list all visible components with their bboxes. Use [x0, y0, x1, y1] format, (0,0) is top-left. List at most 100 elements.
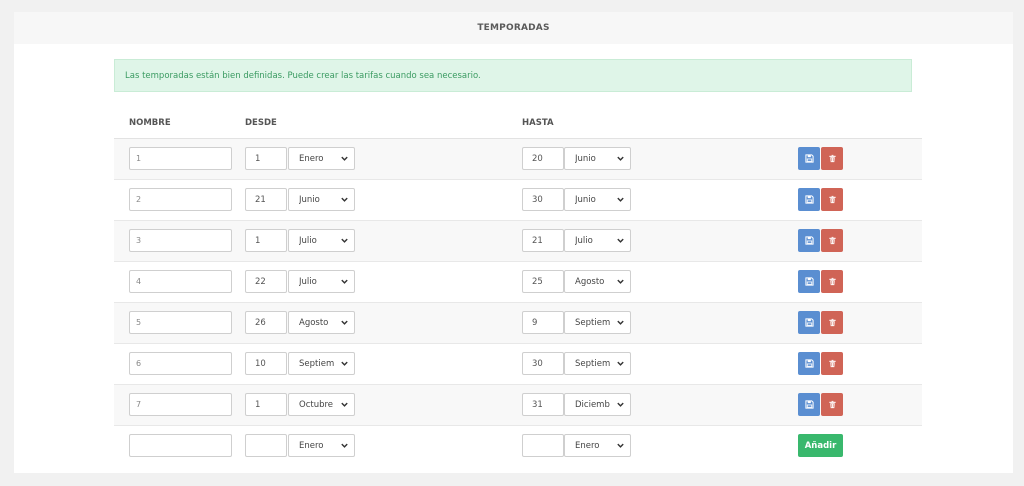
save-button[interactable]	[798, 352, 820, 375]
season-name-value: 6	[136, 359, 142, 368]
success-alert: Las temporadas están bien definidas. Pue…	[114, 59, 912, 92]
to-month-select[interactable]: Diciemb	[564, 393, 631, 416]
chevron-down-icon	[341, 320, 348, 325]
from-day-value: 22	[255, 276, 266, 287]
to-month-value: Enero	[575, 440, 600, 451]
to-day-value: 21	[532, 235, 543, 246]
to-month-select[interactable]: Septiem	[564, 311, 631, 334]
delete-button[interactable]	[821, 188, 843, 211]
season-name-input[interactable]: 2	[129, 188, 232, 211]
table-row: 5 26 Agosto 9 Septiem	[114, 303, 922, 344]
from-month-select[interactable]: Septiem	[288, 352, 355, 375]
save-button[interactable]	[798, 229, 820, 252]
table-row: 6 10 Septiem 30 Septiem	[114, 344, 922, 385]
season-name-input[interactable]	[129, 434, 232, 457]
delete-button[interactable]	[821, 229, 843, 252]
chevron-down-icon	[617, 320, 624, 325]
from-month-select[interactable]: Junio	[288, 188, 355, 211]
floppy-disk-icon	[804, 154, 814, 163]
to-month-value: Agosto	[575, 276, 605, 287]
delete-button[interactable]	[821, 311, 843, 334]
from-month-value: Enero	[299, 440, 324, 451]
delete-button[interactable]	[821, 352, 843, 375]
from-day-input[interactable]: 21	[245, 188, 287, 211]
to-day-value: 20	[532, 153, 543, 164]
to-day-value: 31	[532, 399, 543, 410]
to-day-value: 30	[532, 194, 543, 205]
table-row: 3 1 Julio 21 Julio	[114, 221, 922, 262]
chevron-down-icon	[617, 238, 624, 243]
to-day-input[interactable]: 21	[522, 229, 564, 252]
from-day-input[interactable]: 1	[245, 229, 287, 252]
chevron-down-icon	[341, 279, 348, 284]
season-name-input[interactable]: 7	[129, 393, 232, 416]
to-day-input[interactable]: 30	[522, 352, 564, 375]
from-month-select[interactable]: Enero	[288, 434, 355, 457]
floppy-disk-icon	[804, 359, 814, 368]
from-day-input[interactable]: 26	[245, 311, 287, 334]
to-month-select[interactable]: Junio	[564, 188, 631, 211]
chevron-down-icon	[617, 156, 624, 161]
season-name-input[interactable]: 1	[129, 147, 232, 170]
season-name-value: 1	[136, 154, 142, 163]
save-button[interactable]	[798, 270, 820, 293]
to-month-select[interactable]: Julio	[564, 229, 631, 252]
from-month-value: Julio	[299, 235, 317, 246]
from-month-value: Junio	[299, 194, 320, 205]
save-button[interactable]	[798, 393, 820, 416]
season-name-input[interactable]: 6	[129, 352, 232, 375]
to-month-select[interactable]: Agosto	[564, 270, 631, 293]
add-season-button[interactable]: Añadir	[798, 434, 843, 457]
from-day-value: 1	[255, 235, 261, 246]
from-day-value: 21	[255, 194, 266, 205]
season-name-input[interactable]: 4	[129, 270, 232, 293]
chevron-down-icon	[341, 156, 348, 161]
season-name-value: 7	[136, 400, 142, 409]
chevron-down-icon	[617, 361, 624, 366]
to-month-value: Junio	[575, 153, 596, 164]
to-day-input[interactable]: 20	[522, 147, 564, 170]
to-day-value: 9	[532, 317, 538, 328]
chevron-down-icon	[341, 402, 348, 407]
page-title: TEMPORADAS	[477, 23, 550, 33]
panel-header: TEMPORADAS	[14, 12, 1013, 44]
save-button[interactable]	[798, 188, 820, 211]
to-day-input[interactable]: 25	[522, 270, 564, 293]
from-day-input[interactable]: 1	[245, 393, 287, 416]
delete-button[interactable]	[821, 147, 843, 170]
from-month-select[interactable]: Julio	[288, 270, 355, 293]
from-day-input[interactable]: 22	[245, 270, 287, 293]
from-month-select[interactable]: Octubre	[288, 393, 355, 416]
trash-icon	[828, 277, 836, 286]
trash-icon	[828, 400, 836, 409]
floppy-disk-icon	[804, 277, 814, 286]
from-day-input[interactable]: 10	[245, 352, 287, 375]
chevron-down-icon	[617, 402, 624, 407]
to-month-select[interactable]: Septiem	[564, 352, 631, 375]
delete-button[interactable]	[821, 393, 843, 416]
from-month-select[interactable]: Agosto	[288, 311, 355, 334]
from-day-value: 1	[255, 399, 261, 410]
save-button[interactable]	[798, 311, 820, 334]
from-day-input[interactable]	[245, 434, 287, 457]
to-month-value: Julio	[575, 235, 593, 246]
season-name-input[interactable]: 3	[129, 229, 232, 252]
from-day-input[interactable]: 1	[245, 147, 287, 170]
delete-button[interactable]	[821, 270, 843, 293]
from-month-select[interactable]: Julio	[288, 229, 355, 252]
season-name-value: 5	[136, 318, 142, 327]
season-name-input[interactable]: 5	[129, 311, 232, 334]
save-button[interactable]	[798, 147, 820, 170]
to-month-select[interactable]: Enero	[564, 434, 631, 457]
to-day-input[interactable]: 9	[522, 311, 564, 334]
from-month-select[interactable]: Enero	[288, 147, 355, 170]
to-day-input[interactable]: 31	[522, 393, 564, 416]
to-month-value: Septiem	[575, 317, 611, 328]
to-month-select[interactable]: Junio	[564, 147, 631, 170]
trash-icon	[828, 154, 836, 163]
trash-icon	[828, 318, 836, 327]
from-month-value: Septiem	[299, 358, 335, 369]
to-day-input[interactable]: 30	[522, 188, 564, 211]
to-month-value: Septiem	[575, 358, 611, 369]
to-day-input[interactable]	[522, 434, 564, 457]
